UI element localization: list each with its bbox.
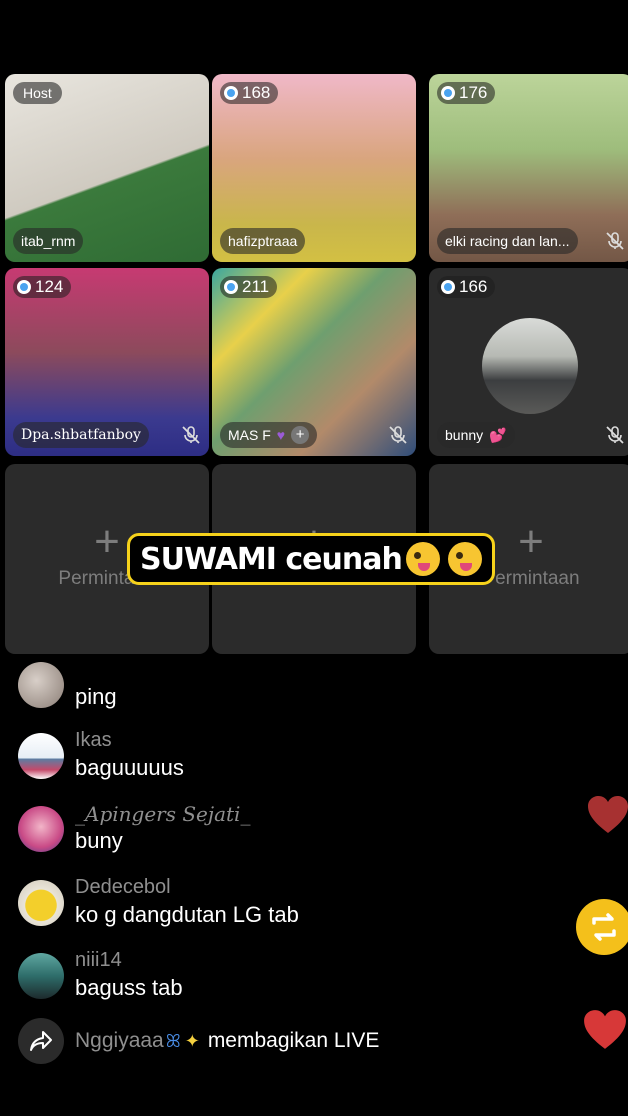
avatar	[18, 880, 64, 926]
comment-text: buny	[75, 828, 123, 853]
guest-tile-6[interactable]: 166 bunny 💕	[429, 268, 628, 456]
comment-username: _Apingers Sejati_	[75, 802, 251, 826]
comment-text: ping	[75, 684, 117, 709]
heart-reaction-icon	[586, 795, 628, 840]
live-dot-icon	[224, 280, 238, 294]
comment-text: baguss tab	[75, 975, 183, 1000]
guest-name: elki racing dan lan...	[437, 228, 578, 254]
sparkle-icon: ✦	[184, 1030, 200, 1051]
overlay-caption: SUWAMI ceunah	[127, 533, 495, 585]
list-item: Ikas baguuuuus	[18, 729, 578, 801]
list-item: ping	[18, 660, 578, 730]
mic-muted-icon	[388, 426, 408, 444]
guest-name: hafizptraaa	[220, 228, 306, 254]
live-dot-icon	[17, 280, 31, 294]
avatar	[482, 318, 578, 414]
caption-text: SUWAMI ceunah	[140, 541, 403, 577]
zany-face-icon	[447, 542, 482, 576]
comment-username: niii14	[75, 949, 122, 971]
butterfly-icon: ꕤ	[165, 1030, 181, 1051]
list-item: niii14 baguss tab	[18, 949, 578, 1021]
guest-name: MAS F ♥ +	[220, 422, 318, 448]
comment-text: ko g dangdutan LG tab	[75, 902, 299, 927]
viewer-count-badge: 166	[437, 276, 496, 298]
list-item: _Apingers Sejati_ buny	[18, 802, 578, 874]
heart-reaction-icon	[582, 1009, 628, 1056]
zany-face-icon	[405, 542, 440, 576]
guest-tile-4[interactable]: 124 Dpa.shbatfanboy	[5, 268, 209, 456]
guest-tile-3[interactable]: 176 elki racing dan lan...	[429, 74, 628, 262]
share-text: membagikan LIVE	[207, 1029, 380, 1052]
mic-muted-icon	[605, 232, 625, 250]
repost-button[interactable]	[576, 899, 628, 955]
list-item: Dedecebol ko g dangdutan LG tab	[18, 876, 578, 948]
live-dot-icon	[441, 86, 455, 100]
share-event: Nggiyaaa ꕤ ✦ membagikan LIVE	[18, 1018, 379, 1064]
add-icon[interactable]: +	[291, 426, 310, 444]
avatar	[18, 733, 64, 779]
comment-username: Dedecebol	[75, 876, 171, 898]
avatar	[18, 953, 64, 999]
guest-tile-host[interactable]: Host itab_rnm	[5, 74, 209, 262]
viewer-count-badge: 176	[437, 82, 496, 104]
guest-name: itab_rnm	[13, 228, 84, 254]
mic-muted-icon	[605, 426, 625, 444]
viewer-count-badge: 124	[13, 276, 72, 298]
heart-icon: 💕	[489, 426, 507, 443]
guest-name: Dpa.shbatfanboy	[13, 422, 149, 448]
comment-text: baguuuuus	[75, 755, 184, 780]
comment-username: Ikas	[75, 729, 112, 751]
share-username: Nggiyaaa	[75, 1029, 164, 1052]
guest-tile-5[interactable]: 211 MAS F ♥ +	[212, 268, 416, 456]
avatar	[18, 662, 64, 708]
avatar	[18, 806, 64, 852]
viewer-count-badge: 211	[220, 276, 278, 298]
guest-tile-2[interactable]: 168 hafizptraaa	[212, 74, 416, 262]
heart-icon: ♥	[276, 427, 286, 443]
share-icon	[18, 1018, 64, 1064]
viewer-count-badge: 168	[220, 82, 279, 104]
host-badge: Host	[13, 82, 62, 104]
mic-muted-icon	[181, 426, 201, 444]
live-dot-icon	[441, 280, 455, 294]
guest-name: bunny 💕	[437, 422, 515, 448]
live-dot-icon	[224, 86, 238, 100]
